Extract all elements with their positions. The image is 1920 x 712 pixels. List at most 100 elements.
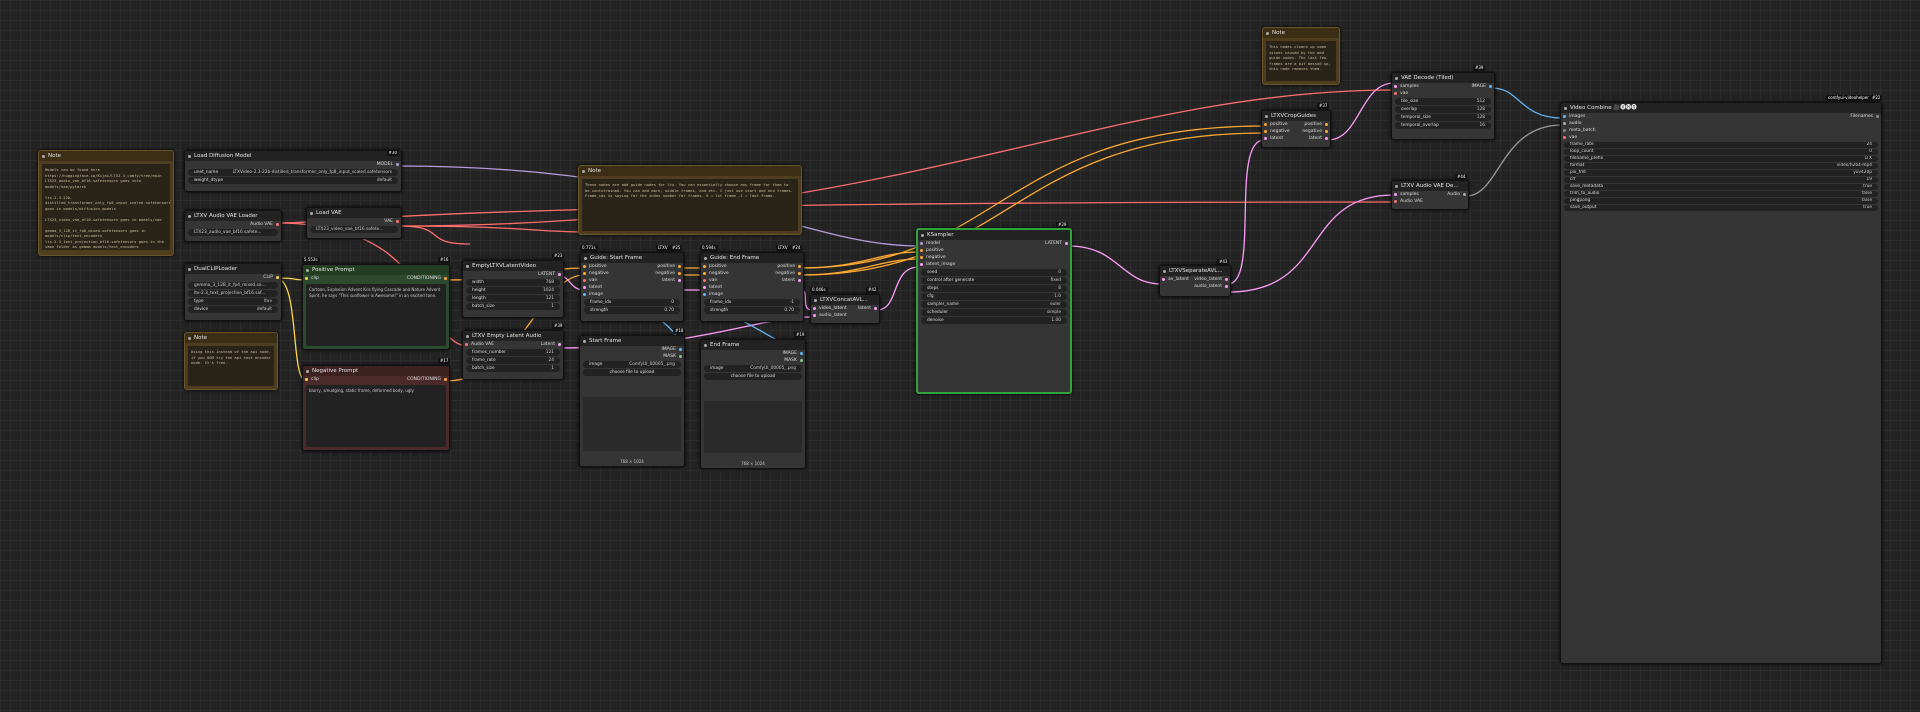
cfg-widget[interactable]: cfg 1.0: [921, 293, 1067, 300]
ckpt-name-widget[interactable]: LTX23_audio_vae_bf16.safete...: [188, 229, 278, 236]
temporal-size-widget[interactable]: temporal_size 128: [1395, 114, 1491, 121]
save-output-toggle[interactable]: save_output true: [1564, 205, 1878, 211]
note-node-models[interactable]: Note Models can be found here https://hu…: [38, 150, 174, 256]
input-negative[interactable]: negative: [1262, 128, 1296, 135]
output-mask[interactable]: MASK: [580, 353, 684, 360]
input-positive[interactable]: positive: [918, 247, 1045, 254]
clip-name2-widget[interactable]: ltx-2.3_text_projection_bf16.saf...: [188, 290, 278, 297]
output-image[interactable]: IMAGE: [580, 346, 684, 353]
width-widget[interactable]: width 768: [466, 279, 560, 286]
output-latent[interactable]: latent: [632, 277, 683, 284]
format-widget[interactable]: format video/h264-mp4: [1564, 163, 1878, 169]
output-latent[interactable]: Latent: [541, 341, 563, 348]
batch-size-widget[interactable]: batch_size 1: [466, 365, 560, 372]
input-model[interactable]: model: [918, 240, 1045, 247]
vae-decode-tiled-node[interactable]: VAE Decode (Tiled) samples vae IMAGE til…: [1391, 72, 1495, 140]
output-audio-vae[interactable]: Audio VAE: [185, 221, 281, 228]
save-metadata-toggle[interactable]: save_metadata true: [1564, 184, 1878, 190]
ltxv-crop-guides-node[interactable]: LTXVCropGuides positive negative latent …: [1261, 110, 1331, 148]
output-latent[interactable]: latent: [752, 277, 803, 284]
input-positive[interactable]: positive: [1262, 121, 1296, 128]
input-samples[interactable]: samples: [1392, 191, 1447, 198]
input-image[interactable]: image: [581, 291, 632, 298]
input-image[interactable]: image: [701, 291, 752, 298]
output-negative[interactable]: negative: [632, 270, 683, 277]
strength-widget[interactable]: strength 0.70: [704, 307, 800, 314]
input-audio[interactable]: audio: [1561, 120, 1850, 127]
note-node-crop-guides[interactable]: Note This nodes cleans up some issues ca…: [1262, 27, 1340, 85]
input-images[interactable]: images: [1561, 113, 1850, 120]
input-latent[interactable]: latent: [1262, 135, 1296, 142]
input-latent-image[interactable]: latent_image: [918, 261, 1045, 268]
guide-end-frame-node[interactable]: Guide: End Frame positive negative vae l…: [700, 252, 804, 322]
pingpong-toggle[interactable]: pingpong false: [1564, 198, 1878, 204]
control-after-generate-widget[interactable]: control after generate fixed: [921, 277, 1067, 284]
vae-name-widget[interactable]: LTX23_video_vae_bf16.safete...: [310, 226, 398, 233]
input-positive[interactable]: positive: [701, 263, 752, 270]
output-positive[interactable]: positive: [632, 263, 683, 270]
crf-widget[interactable]: crf 19: [1564, 177, 1878, 183]
negative-prompt-node[interactable]: Negative Prompt clip CONDITIONING blurry…: [302, 365, 450, 451]
input-audio-latent[interactable]: audio_latent: [811, 312, 858, 319]
empty-ltxv-latent-video-node[interactable]: EmptyLTXVLatentVideo LATENT width 768 hei…: [462, 260, 564, 318]
frame-idx-widget[interactable]: frame_idx 0: [584, 299, 680, 306]
input-vae[interactable]: vae: [1392, 90, 1439, 97]
note-text[interactable]: Using this instead of the api node, if y…: [188, 346, 274, 386]
denoise-widget[interactable]: denoise 1.00: [921, 317, 1067, 324]
frame-idx-widget[interactable]: frame_idx -1: [704, 299, 800, 306]
ksampler-node[interactable]: KSampler model positive negative latent_…: [916, 228, 1072, 394]
frame-rate-widget[interactable]: frame_rate 24: [1564, 142, 1878, 148]
upload-button[interactable]: choose file to upload: [704, 373, 802, 380]
input-negative[interactable]: negative: [701, 270, 752, 277]
overlap-widget[interactable]: overlap 128: [1395, 106, 1491, 113]
output-filenames[interactable]: Filenames: [1850, 113, 1881, 120]
input-vae[interactable]: vae: [701, 277, 752, 284]
input-latent[interactable]: latent: [581, 284, 632, 291]
input-vae[interactable]: vae: [581, 277, 632, 284]
output-clip[interactable]: CLIP: [185, 274, 281, 281]
image-select-widget[interactable]: image ComfyUI_00005_.png: [704, 365, 802, 372]
filename-prefix-widget[interactable]: filename_prefix LTX: [1564, 156, 1878, 162]
scheduler-widget[interactable]: scheduler simple: [921, 309, 1067, 316]
temporal-overlap-widget[interactable]: temporal_overlap 16: [1395, 122, 1491, 129]
upload-button[interactable]: choose file to upload: [583, 369, 681, 376]
length-widget[interactable]: length 121: [466, 295, 560, 302]
output-positive[interactable]: positive: [1296, 121, 1330, 128]
output-mask[interactable]: MASK: [701, 357, 805, 364]
ltxv-empty-latent-audio-node[interactable]: LTXV Empty Latent Audio Audio VAE Latent…: [462, 330, 564, 380]
output-latent[interactable]: LATENT: [463, 271, 563, 278]
output-audio-latent[interactable]: audio_latent: [1194, 283, 1230, 290]
type-widget[interactable]: type ltxv: [188, 298, 278, 305]
pix-fmt-widget[interactable]: pix_fmt yuv420p: [1564, 170, 1878, 176]
end-frame-load-image-node[interactable]: End Frame IMAGE MASK image ComfyUI_00005_…: [700, 339, 806, 469]
dual-clip-loader-node[interactable]: DualCLIPLoader CLIP gemma_3_12B_it_fp4_m…: [184, 263, 282, 321]
note-text[interactable]: Models can be found here https://hugging…: [42, 164, 170, 250]
input-audio-vae[interactable]: Audio VAE: [1392, 198, 1447, 205]
prompt-text-area[interactable]: blurry, smudging, static frame, deformed…: [306, 385, 446, 447]
input-clip[interactable]: clip: [303, 376, 319, 383]
image-select-widget[interactable]: image ComfyUI_00005_.png: [583, 361, 681, 368]
input-video-latent[interactable]: video_latent: [811, 305, 858, 312]
output-latent[interactable]: latent: [1296, 135, 1330, 142]
output-latent[interactable]: LATENT: [1045, 240, 1070, 247]
output-vae[interactable]: VAE: [307, 218, 401, 225]
loop-count-widget[interactable]: loop_count 0: [1564, 149, 1878, 155]
batch-size-widget[interactable]: batch_size 1: [466, 303, 560, 310]
input-latent[interactable]: latent: [701, 284, 752, 291]
trim-to-audio-toggle[interactable]: trim_to_audio false: [1564, 191, 1878, 197]
note-node-text-encoder[interactable]: Note Using this instead of the api node,…: [184, 332, 278, 390]
load-vae-node[interactable]: Load VAE VAE LTX23_video_vae_bf16.safete…: [306, 207, 402, 239]
output-image[interactable]: IMAGE: [1439, 83, 1494, 90]
input-audio-vae[interactable]: Audio VAE: [463, 341, 494, 348]
input-negative[interactable]: negative: [918, 254, 1045, 261]
note-text[interactable]: These nodes are add guide nodes for ltx.…: [582, 179, 798, 231]
tile-size-widget[interactable]: tile_size 512: [1395, 98, 1491, 105]
note-text[interactable]: This nodes cleans up some issues caused …: [1266, 41, 1336, 81]
output-video-latent[interactable]: video_latent: [1194, 276, 1230, 283]
input-meta-batch[interactable]: meta_batch: [1561, 127, 1850, 134]
output-model[interactable]: MODEL: [185, 161, 401, 168]
input-samples[interactable]: samples: [1392, 83, 1439, 90]
frame-rate-widget[interactable]: frame_rate 24: [466, 357, 560, 364]
device-widget[interactable]: device default: [188, 306, 278, 313]
height-widget[interactable]: height 1024: [466, 287, 560, 294]
